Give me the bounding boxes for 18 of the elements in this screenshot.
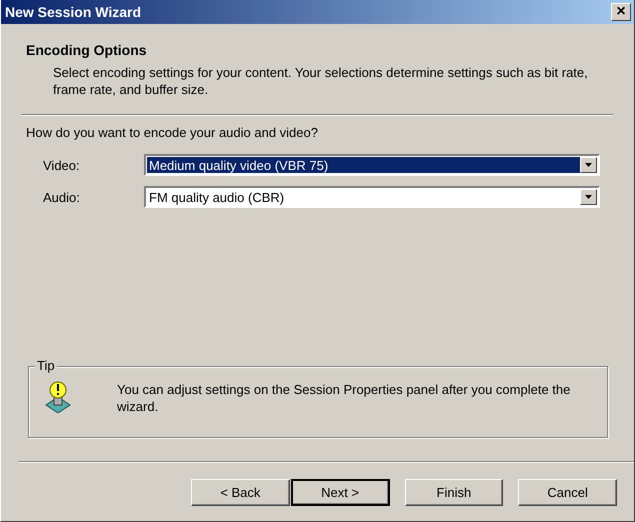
wizard-button[interactable]: Next >: [290, 479, 390, 506]
wizard-button[interactable]: Cancel: [518, 479, 617, 506]
dropdown-field[interactable]: FM quality audio (CBR): [144, 186, 600, 208]
lightbulb-icon: [45, 381, 71, 413]
window-title: New Session Wizard: [5, 4, 142, 20]
question-text: How do you want to encode your audio and video?: [25, 124, 319, 140]
dropdown-field[interactable]: Medium quality video (VBR 75): [144, 154, 600, 176]
field-label: Video:: [43, 158, 81, 172]
field-label: Audio:: [43, 190, 81, 204]
tip-text: You can adjust settings on the Session Properties panel after you complete the wizard.: [117, 381, 572, 415]
wizard-button[interactable]: < Back: [191, 479, 290, 506]
tip-title: Tip: [35, 358, 57, 373]
page-description: Select encoding settings for your content. Your selections determine settings such as bit rate, frame rate, and buffer size.: [52, 64, 589, 98]
dropdown-value: FM quality audio (CBR): [148, 189, 286, 205]
close-button[interactable]: ×: [611, 3, 631, 21]
page-heading: Encoding Options: [26, 42, 148, 58]
wizard-button[interactable]: Finish: [404, 479, 504, 506]
dropdown-value: Medium quality video (VBR 75): [147, 157, 580, 173]
